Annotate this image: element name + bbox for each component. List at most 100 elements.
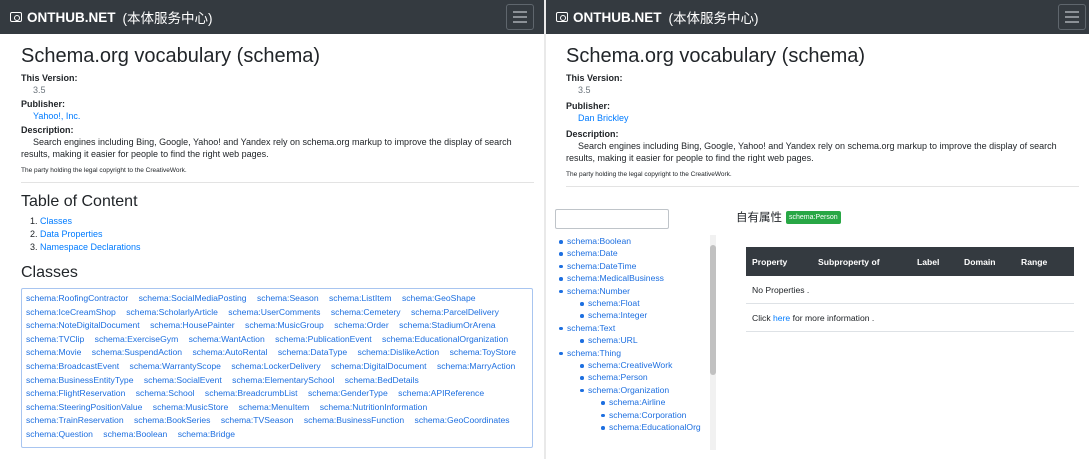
class-link[interactable]: schema:WarrantyScope [130,361,221,371]
tree-node-label[interactable]: schema:Integer [588,310,647,320]
class-link[interactable]: schema:WantAction [189,334,265,344]
class-link[interactable]: schema:MusicStore [153,402,228,412]
tree-node[interactable]: schema:Boolean [558,235,710,247]
tree-node[interactable]: schema:Text schema:URL [558,322,710,347]
class-link[interactable]: schema:Question [26,429,93,439]
tree-node-label[interactable]: schema:Text [567,323,615,333]
class-link[interactable]: schema:GeoShape [402,293,476,303]
toc-link-namespace-declarations[interactable]: Namespace Declarations [40,242,141,252]
class-link[interactable]: schema:TrainReservation [26,415,124,425]
class-link[interactable]: schema:ElementarySchool [232,375,334,385]
publisher-link[interactable]: Yahoo!, Inc. [33,110,534,122]
tree-node[interactable]: schema:URL [579,334,710,346]
brand-link[interactable]: ONTHUB.NET (本体服务中心) [556,7,759,27]
class-link[interactable]: schema:ScholarlyArticle [126,307,218,317]
class-link[interactable]: schema:AutoRental [192,347,267,357]
brand-link[interactable]: ONTHUB.NET (本体服务中心) [10,7,213,27]
tree-node-label[interactable]: schema:Float [588,298,640,308]
tree-node[interactable]: schema:Organization schema:Airline schema:… [579,384,710,434]
class-link[interactable]: schema:ListItem [329,293,392,303]
tree-node-label[interactable]: schema:DateTime [567,261,636,271]
toc-link-classes[interactable]: Classes [40,216,72,226]
publisher-link[interactable]: Dan Brickley [578,112,1079,124]
tree-node[interactable]: schema:EducationalOrg [600,421,710,433]
tree-node[interactable]: schema:Number schema:Float schema:Integer [558,285,710,322]
class-link[interactable]: schema:Season [257,293,319,303]
class-link[interactable]: schema:MenuItem [239,402,310,412]
class-link[interactable]: schema:IceCreamShop [26,307,116,317]
tree-node[interactable]: schema:DateTime [558,260,710,272]
toc-link-data-properties[interactable]: Data Properties [40,229,103,239]
scrollbar-thumb[interactable] [710,245,716,375]
class-link[interactable]: schema:ExerciseGym [95,334,179,344]
tree-search-input[interactable] [555,209,669,229]
tree-node-label[interactable]: schema:Date [567,248,618,258]
ontology-summary: Schema.org vocabulary (schema) This Vers… [0,44,544,448]
tree-node-label[interactable]: schema:EducationalOrg [609,422,701,432]
class-link[interactable]: schema:HousePainter [150,320,235,330]
class-link[interactable]: schema:SteeringPositionValue [26,402,142,412]
class-link[interactable]: schema:SocialMediaPosting [139,293,247,303]
camera-icon [10,12,22,22]
class-link[interactable]: schema:GeoCoordinates [415,415,510,425]
tree-node-label[interactable]: schema:MedicalBusiness [567,273,664,283]
class-link[interactable]: schema:Cemetery [331,307,401,317]
class-link[interactable]: schema:StadiumOrArena [399,320,495,330]
tree-node[interactable]: schema:MedicalBusiness [558,272,710,284]
class-link[interactable]: schema:SuspendAction [92,347,182,357]
class-link[interactable]: schema:MarryAction [437,361,515,371]
tree-node-label[interactable]: schema:Boolean [567,236,631,246]
class-link[interactable]: schema:ToyStore [450,347,516,357]
class-link[interactable]: schema:BroadcastEvent [26,361,119,371]
class-link[interactable]: schema:School [136,388,195,398]
ontology-meta: This Version: 3.5 Publisher: Dan Brickle… [566,72,1079,164]
tree-node[interactable]: schema:Person [579,371,710,383]
tree-node-label[interactable]: schema:Number [567,286,630,296]
class-link[interactable]: schema:BedDetails [345,375,419,385]
class-link[interactable]: schema:PublicationEvent [275,334,372,344]
tree-node-label[interactable]: schema:Person [588,372,648,382]
menu-toggle-button[interactable] [1058,4,1086,30]
class-link[interactable]: schema:UserComments [228,307,320,317]
tree-node-label[interactable]: schema:CreativeWork [588,360,672,370]
tree-node-label[interactable]: schema:Organization [588,385,669,395]
class-link[interactable]: schema:SocialEvent [144,375,222,385]
class-link[interactable]: schema:ParcelDelivery [411,307,499,317]
class-link[interactable]: schema:FlightReservation [26,388,125,398]
tree-node-label[interactable]: schema:Corporation [609,410,686,420]
class-link[interactable]: schema:TVSeason [221,415,294,425]
class-link[interactable]: schema:MusicGroup [245,320,324,330]
tree-node[interactable]: schema:Float [579,297,710,309]
class-link[interactable]: schema:Boolean [103,429,167,439]
class-link[interactable]: schema:TVClip [26,334,84,344]
menu-toggle-button[interactable] [506,4,534,30]
class-link[interactable]: schema:Bridge [178,429,235,439]
more-info-link[interactable]: here [773,313,790,323]
class-link[interactable]: schema:GenderType [308,388,388,398]
class-link[interactable]: schema:DigitalDocument [331,361,427,371]
class-link[interactable]: schema:NoteDigitalDocument [26,320,140,330]
tree-node[interactable]: schema:Date [558,247,710,259]
tree-node-label[interactable]: schema:Airline [609,397,665,407]
class-link[interactable]: schema:DislikeAction [358,347,440,357]
class-link[interactable]: schema:Movie [26,347,81,357]
tree-node[interactable]: schema:Thing schema:CreativeWork schema:Pe… [558,347,710,434]
class-link[interactable]: schema:LockerDelivery [231,361,320,371]
tree-node-label[interactable]: schema:Thing [567,348,621,358]
tree-scrollbar[interactable] [710,235,716,450]
class-link[interactable]: schema:APIReference [398,388,484,398]
class-link[interactable]: schema:BusinessFunction [304,415,404,425]
class-link[interactable]: schema:BookSeries [134,415,210,425]
tree-node[interactable]: schema:Airline [600,396,710,408]
tree-node-label[interactable]: schema:URL [588,335,638,345]
class-link[interactable]: schema:DataType [278,347,347,357]
tree-node[interactable]: schema:Corporation [600,409,710,421]
class-link[interactable]: schema:BreadcrumbList [205,388,298,398]
class-link[interactable]: schema:EducationalOrganization [382,334,508,344]
class-link[interactable]: schema:RoofingContractor [26,293,128,303]
class-link[interactable]: schema:NutritionInformation [320,402,427,412]
tree-node[interactable]: schema:CreativeWork [579,359,710,371]
tree-node[interactable]: schema:Integer [579,309,710,321]
class-link[interactable]: schema:Order [334,320,388,330]
class-link[interactable]: schema:BusinessEntityType [26,375,133,385]
